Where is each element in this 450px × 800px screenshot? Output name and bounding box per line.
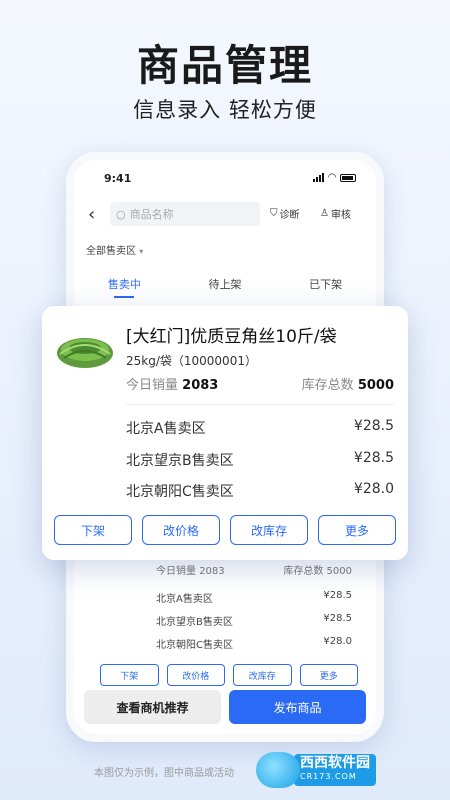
mini-actions: 下架 改价格 改库存 更多 (100, 664, 358, 686)
mini-zone-price: ¥28.5 (323, 613, 352, 624)
stock-label: 库存总数 (301, 378, 354, 393)
mini-stock-value: 5000 (326, 566, 352, 577)
zone-row: 北京朝阳C售卖区 ¥28.0 (126, 481, 394, 501)
mini-zone-row: 北京A售卖区 ¥28.5 (156, 590, 352, 605)
mini-change-price-button[interactable]: 改价格 (166, 664, 225, 686)
product-card: [大红门]优质豆角丝10斤/袋 25kg/袋（10000001） 今日销量 20… (42, 306, 408, 560)
change-stock-button[interactable]: 改库存 (230, 515, 308, 545)
tab-off-shelf[interactable]: 已下架 (275, 272, 376, 302)
hero-subtitle: 信息录入 轻松方便 (133, 98, 317, 122)
watermark-domain: CR173.COM (300, 772, 357, 781)
mini-sales-value: 2083 (199, 566, 225, 577)
today-sales: 今日销量 2083 (126, 374, 218, 393)
tab-pending[interactable]: 待上架 (175, 272, 276, 302)
mini-zone-price: ¥28.5 (323, 590, 352, 601)
back-icon[interactable]: ‹ (88, 204, 95, 225)
search-input[interactable]: ○ 商品名称 (110, 202, 260, 226)
zone-name: 北京望京B售卖区 (126, 453, 234, 469)
change-price-button[interactable]: 改价格 (142, 515, 220, 545)
wifi-icon: ◠ (328, 172, 336, 183)
bottom-action-bar: 查看商机推荐 发布商品 (84, 690, 366, 724)
zone-name: 北京A售卖区 (126, 421, 206, 437)
footnote: 本图仅为示例，图中商品或活动 (94, 768, 234, 779)
stock-total: 库存总数 5000 (302, 374, 394, 393)
search-row: ‹ ○ 商品名称 ⛉ 诊断 ♙ 审核 (74, 200, 376, 230)
review-label: 审核 (330, 210, 351, 221)
hero-title: 商品管理 (136, 41, 313, 90)
battery-icon (340, 173, 356, 182)
status-time: 9:41 (104, 172, 132, 185)
mini-stock-label: 库存总数 (283, 566, 324, 577)
mini-delist-button[interactable]: 下架 (100, 664, 159, 686)
zone-price: ¥28.5 (353, 418, 394, 434)
zone-price: ¥28.0 (353, 481, 394, 497)
watermark: 西西软件园 CR173.COM (256, 750, 432, 790)
mini-change-stock-button[interactable]: 改库存 (233, 664, 292, 686)
search-icon: ○ (116, 207, 126, 221)
mini-zone-name: 北京望京B售卖区 (156, 617, 233, 628)
zone-name: 北京朝阳C售卖区 (126, 484, 234, 500)
product-spec: 25kg/袋（10000001） (126, 354, 257, 368)
today-sales-label: 今日销量 (126, 378, 179, 393)
status-bar: 9:41 ◠ (74, 170, 376, 190)
chevron-down-icon: ▾ (139, 247, 144, 256)
status-icons: ◠ (313, 172, 356, 183)
user-icon: ♙ (320, 208, 329, 219)
publish-product-button[interactable]: 发布商品 (229, 690, 366, 724)
mini-zone-row: 北京望京B售卖区 ¥28.5 (156, 613, 352, 628)
more-button[interactable]: 更多 (318, 515, 396, 545)
mini-zone-row: 北京朝阳C售卖区 ¥28.0 (156, 636, 352, 651)
zone-price: ¥28.5 (353, 450, 394, 466)
mini-more-button[interactable]: 更多 (299, 664, 358, 686)
product-name: [大红门]优质豆角丝10斤/袋 (126, 327, 337, 347)
mini-zone-name: 北京朝阳C售卖区 (156, 640, 233, 651)
view-opportunities-button[interactable]: 查看商机推荐 (84, 690, 221, 724)
review-button[interactable]: ♙ 审核 (320, 206, 351, 221)
today-sales-value: 2083 (182, 378, 219, 393)
watermark-logo-icon (256, 752, 300, 788)
zone-row: 北京A售卖区 ¥28.5 (126, 418, 394, 438)
search-placeholder: 商品名称 (129, 208, 174, 221)
mini-zone-price: ¥28.0 (323, 636, 352, 647)
delist-button[interactable]: 下架 (54, 515, 132, 545)
status-tabs: 售卖中 待上架 已下架 (74, 272, 376, 302)
region-filter[interactable]: 全部售卖区 ▾ (86, 242, 143, 257)
divider (126, 404, 394, 405)
shield-icon: ⛉ (270, 208, 278, 219)
mini-zone-name: 北京A售卖区 (156, 594, 213, 605)
diagnose-label: 诊断 (279, 210, 300, 221)
signal-icon (313, 173, 325, 182)
diagnose-button[interactable]: ⛉ 诊断 (270, 206, 300, 221)
watermark-text: 西西软件园 CR173.COM (294, 754, 376, 786)
card-actions: 下架 改价格 改库存 更多 (54, 515, 396, 545)
product-card-background: 今日销量 2083 库存总数 5000 北京A售卖区 ¥28.5 北京望京B售卖… (90, 556, 358, 686)
mini-stats: 今日销量 2083 库存总数 5000 (156, 562, 352, 577)
green-bean-image (57, 338, 113, 368)
stock-value: 5000 (357, 378, 394, 393)
zone-row: 北京望京B售卖区 ¥28.5 (126, 450, 394, 470)
tab-on-sale[interactable]: 售卖中 (74, 272, 175, 302)
mini-sales-label: 今日销量 (156, 566, 196, 577)
watermark-brand: 西西软件园 (300, 755, 370, 771)
region-filter-label: 全部售卖区 (86, 246, 136, 257)
